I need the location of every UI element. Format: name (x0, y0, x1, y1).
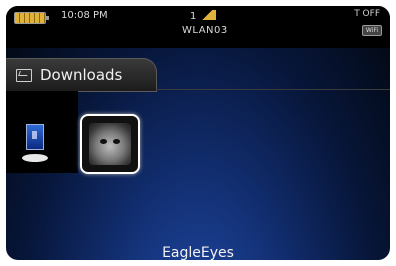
clock: 10:08 PM (61, 10, 108, 21)
selected-app-label: EagleEyes (162, 245, 234, 260)
monitor-screen (26, 124, 44, 150)
network-name: WLAN03 (182, 25, 228, 36)
blackberry-screen: 10:08 PM 1 WLAN03 T OFF WiFi Downloads E… (6, 6, 390, 260)
tab-label: Downloads (40, 66, 123, 84)
eagleeyes-app-icon[interactable] (80, 114, 140, 174)
status-bar: 10:08 PM 1 WLAN03 T OFF WiFi (6, 6, 390, 48)
tab-divider (156, 89, 390, 90)
tab-downloads[interactable]: Downloads (6, 58, 157, 92)
signal-bars-icon (198, 10, 217, 20)
status-right-top: T OFF (354, 9, 380, 19)
battery-icon (14, 12, 49, 24)
computer-icon[interactable] (22, 124, 48, 170)
monitor-base (22, 154, 48, 162)
downloads-folder-icon (16, 68, 32, 82)
signal-text: 1 (190, 11, 197, 22)
wifi-icon: WiFi (362, 25, 382, 36)
owl-icon (89, 123, 131, 165)
signal-indicator: 1 (190, 10, 217, 22)
